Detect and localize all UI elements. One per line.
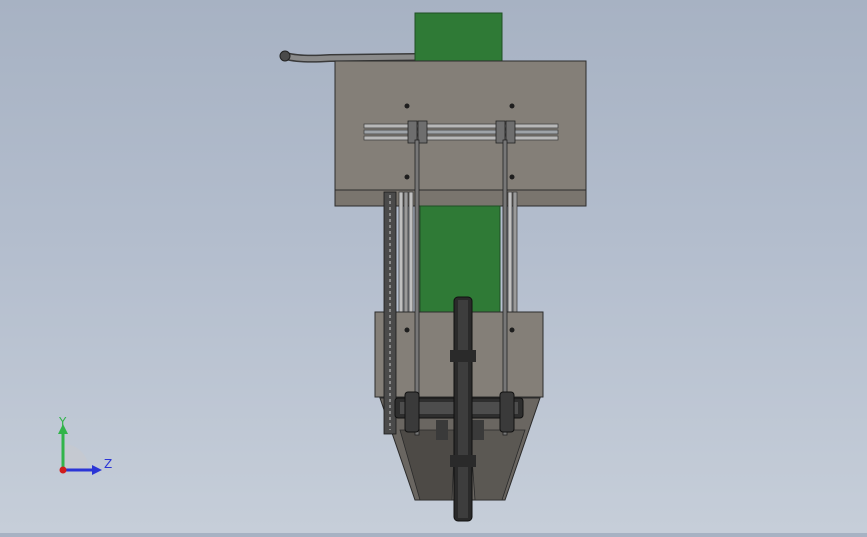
bolt [404, 327, 410, 333]
top-mount-plate[interactable] [334, 60, 587, 207]
triad-graphic: Y Z [58, 415, 112, 475]
axis-triad: Y Z [50, 410, 130, 490]
conveyor-belt-upper[interactable] [414, 12, 503, 64]
model-canvas[interactable] [0, 0, 867, 533]
bolt [509, 103, 515, 109]
bolt [404, 174, 410, 180]
hose-end [279, 50, 291, 62]
z-axis-label: Z [104, 457, 112, 471]
triad-quarter-disc [63, 444, 89, 470]
origin-point [59, 466, 67, 474]
z-axis-arrow-icon [92, 465, 102, 475]
bearing-left [404, 391, 420, 433]
drive-chain[interactable] [383, 191, 397, 435]
horizontal-guide-rail [363, 120, 559, 144]
bearing-right [499, 391, 515, 433]
y-axis-label: Y [58, 415, 67, 429]
bolt [509, 327, 515, 333]
bolt [509, 174, 515, 180]
hose-tube[interactable] [279, 50, 419, 63]
star-wheel[interactable] [450, 296, 476, 522]
cad-viewport[interactable] [0, 0, 867, 533]
bolt [404, 103, 410, 109]
